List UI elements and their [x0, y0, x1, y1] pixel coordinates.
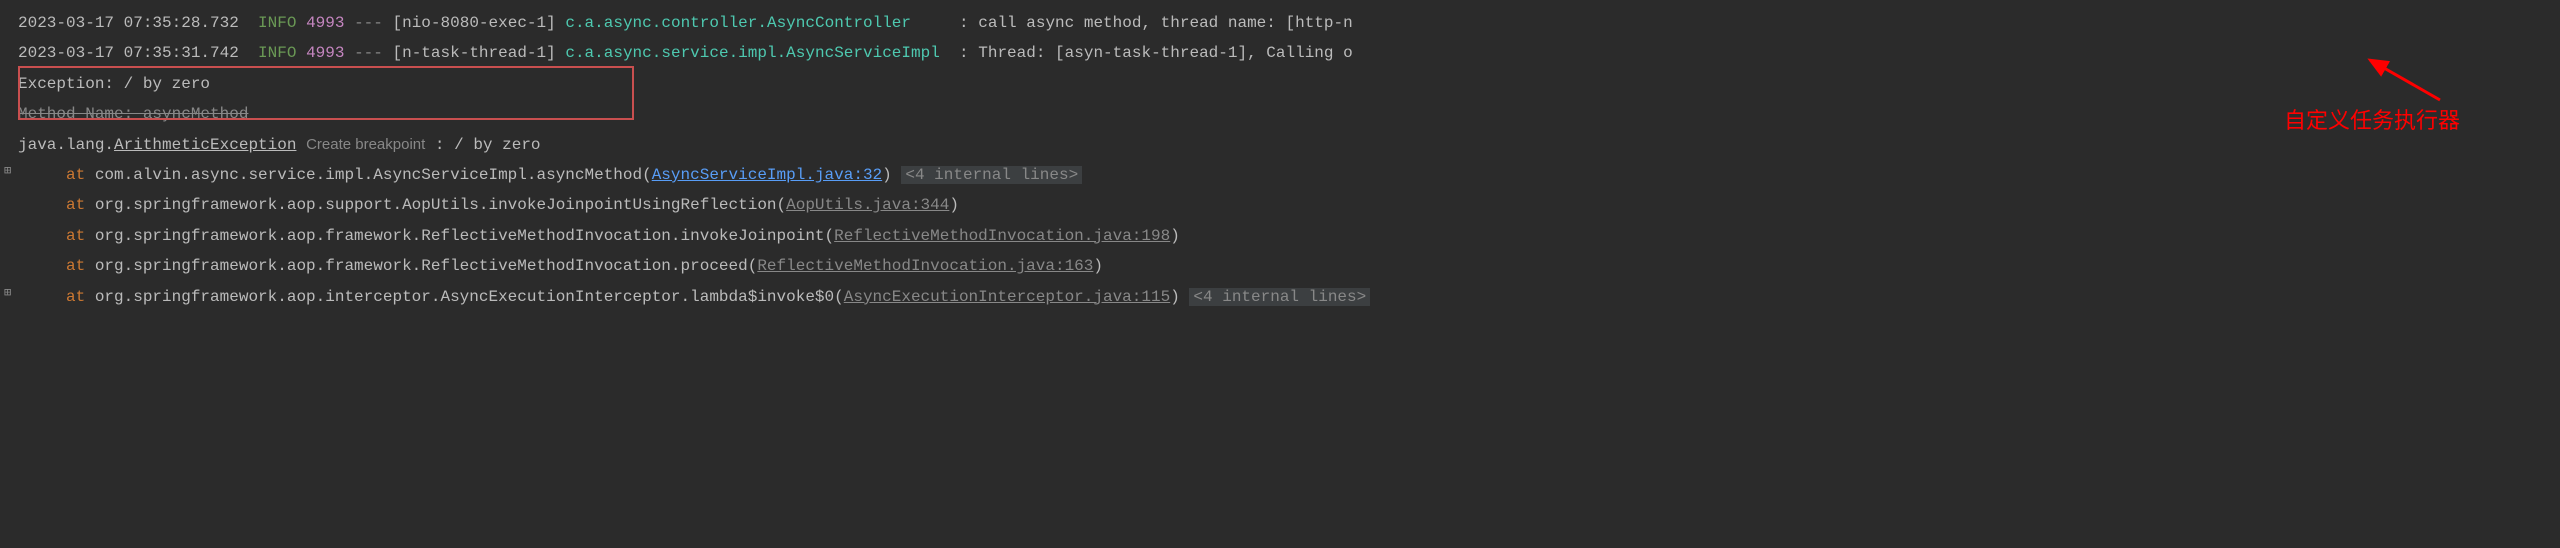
log-entry: 2023-03-17 07:35:28.732 INFO 4993 --- [n…	[18, 8, 2560, 38]
exception-class-link[interactable]: ArithmeticException	[114, 136, 296, 154]
stack-frame: ⊞ at org.springframework.aop.interceptor…	[18, 282, 2560, 312]
stack-method: org.springframework.aop.interceptor.Asyn…	[95, 288, 844, 306]
at-keyword: at	[66, 227, 85, 245]
at-keyword: at	[66, 196, 85, 214]
separator: ---	[354, 44, 383, 62]
stack-method: org.springframework.aop.framework.Reflec…	[95, 257, 758, 275]
exception-class-line: java.lang.ArithmeticException Create bre…	[18, 130, 2560, 160]
thread-name: [n-task-thread-1]	[393, 44, 556, 62]
timestamp: 2023-03-17 07:35:31.742	[18, 44, 239, 62]
stack-method: org.springframework.aop.framework.Reflec…	[95, 227, 834, 245]
exception-message: Exception: / by zero	[18, 69, 2560, 99]
source-link[interactable]: ReflectiveMethodInvocation.java:163	[757, 257, 1093, 275]
source-link[interactable]: ReflectiveMethodInvocation.java:198	[834, 227, 1170, 245]
stack-frame: at org.springframework.aop.framework.Ref…	[18, 221, 2560, 251]
stack-frame: at org.springframework.aop.support.AopUt…	[18, 190, 2560, 220]
pid: 4993	[306, 14, 344, 32]
annotation-label: 自定义任务执行器	[2284, 100, 2460, 142]
source-link[interactable]: AopUtils.java:344	[786, 196, 949, 214]
at-keyword: at	[66, 166, 85, 184]
log-level: INFO	[258, 14, 296, 32]
at-keyword: at	[66, 288, 85, 306]
at-keyword: at	[66, 257, 85, 275]
logger-name: c.a.async.controller.AsyncController	[565, 14, 911, 32]
logger-name: c.a.async.service.impl.AsyncServiceImpl	[565, 44, 939, 62]
exception-package: java.lang.	[18, 136, 114, 154]
internal-lines-toggle[interactable]: <4 internal lines>	[1189, 288, 1370, 306]
stack-frame: ⊞ at com.alvin.async.service.impl.AsyncS…	[18, 160, 2560, 190]
source-link[interactable]: AsyncExecutionInterceptor.java:115	[844, 288, 1170, 306]
method-name-line: Method Name: asyncMethod	[18, 99, 2560, 129]
log-panel: 2023-03-17 07:35:28.732 INFO 4993 --- [n…	[0, 0, 2560, 312]
timestamp: 2023-03-17 07:35:28.732	[18, 14, 239, 32]
stack-method: com.alvin.async.service.impl.AsyncServic…	[95, 166, 652, 184]
log-entry: 2023-03-17 07:35:31.742 INFO 4993 --- [n…	[18, 38, 2560, 68]
thread-name: [nio-8080-exec-1]	[393, 14, 556, 32]
expand-icon[interactable]: ⊞	[4, 282, 11, 305]
expand-icon[interactable]: ⊞	[4, 160, 11, 183]
internal-lines-toggle[interactable]: <4 internal lines>	[901, 166, 1082, 184]
exception-suffix: : / by zero	[425, 136, 540, 154]
source-link[interactable]: AsyncServiceImpl.java:32	[652, 166, 882, 184]
log-msg: : call async method, thread name: [http-…	[959, 14, 1353, 32]
create-breakpoint-button[interactable]: Create breakpoint	[306, 136, 425, 153]
stack-frame: at org.springframework.aop.framework.Ref…	[18, 251, 2560, 281]
stack-method: org.springframework.aop.support.AopUtils…	[95, 196, 786, 214]
pid: 4993	[306, 44, 344, 62]
separator: ---	[354, 14, 383, 32]
log-level: INFO	[258, 44, 296, 62]
log-msg: : Thread: [asyn-task-thread-1], Calling …	[959, 44, 1353, 62]
